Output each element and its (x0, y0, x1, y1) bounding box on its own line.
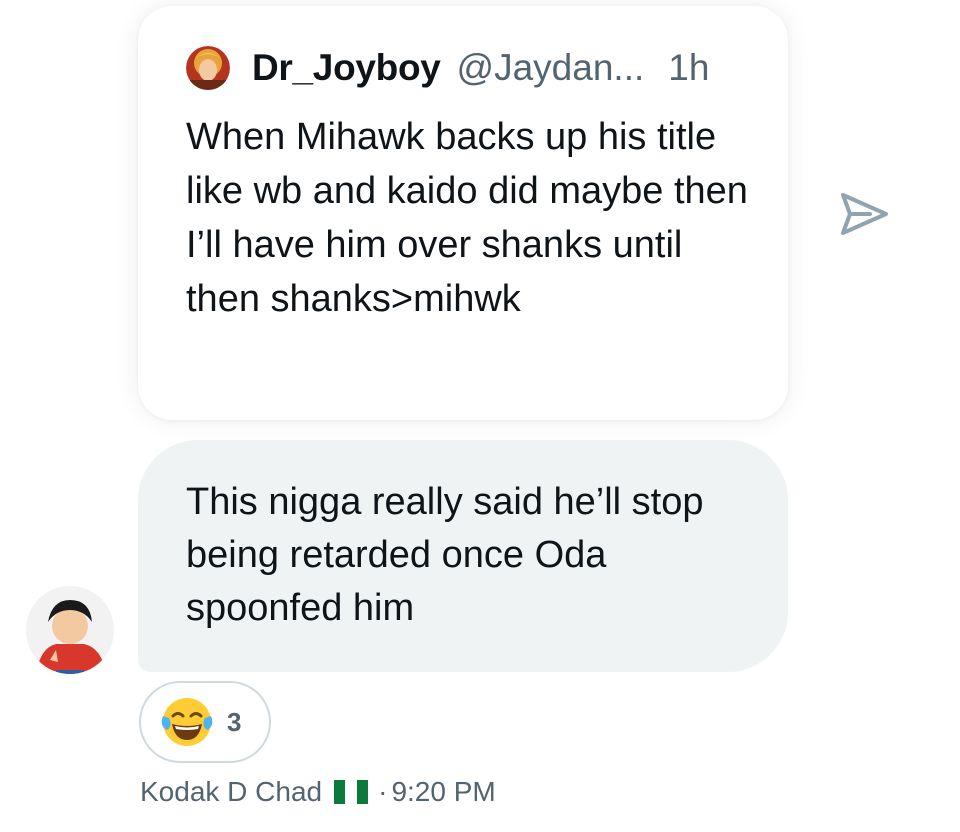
user-avatar-icon (186, 46, 230, 90)
quoted-message-header: Dr_Joyboy @Jaydan... 1h (186, 46, 709, 90)
quoted-message-text: When Mihawk backs up his title like wb a… (186, 116, 748, 320)
reaction-pill[interactable]: 3 (139, 681, 271, 763)
quoted-user-avatar[interactable] (186, 46, 230, 90)
nigeria-flag-icon (334, 780, 369, 804)
message-meta: Kodak D Chad · 9:20 PM (140, 776, 496, 808)
sender-avatar-icon (26, 586, 114, 674)
share-icon[interactable] (836, 186, 892, 242)
sender-avatar[interactable] (26, 586, 114, 674)
quoted-message-card[interactable]: Dr_Joyboy @Jaydan... 1h When Mihawk back… (138, 6, 788, 420)
quoted-handle[interactable]: @Jaydan... (457, 47, 645, 89)
sender-name[interactable]: Kodak D Chad (140, 776, 322, 808)
quoted-timestamp: 1h (668, 47, 710, 88)
message-text: This nigga really said he’ll stop being … (186, 481, 704, 629)
message-bubble[interactable]: This nigga really said he’ll stop being … (138, 440, 788, 672)
face-with-tears-of-joy-emoji (161, 698, 213, 746)
reaction-count: 3 (227, 706, 242, 737)
quoted-display-name[interactable]: Dr_Joyboy (252, 47, 441, 89)
meta-separator: · (378, 776, 388, 807)
message-time: 9:20 PM (391, 776, 496, 807)
